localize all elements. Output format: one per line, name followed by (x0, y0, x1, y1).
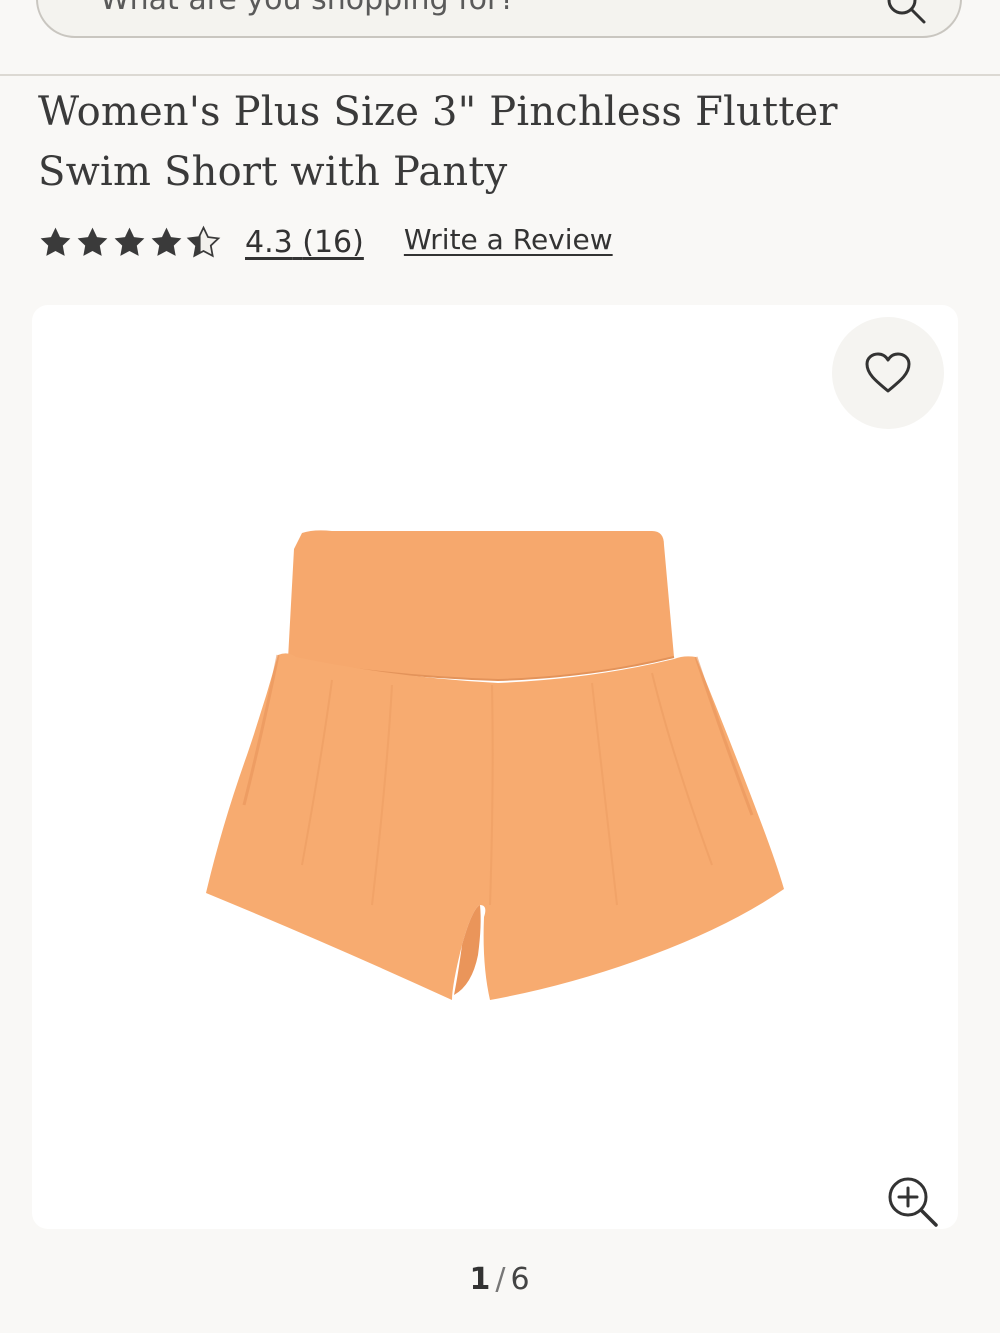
product-page: Women's Plus Size 3" Pinchless Flutter S… (0, 0, 1000, 1333)
zoom-in-icon[interactable] (884, 1173, 940, 1229)
star-rating[interactable] (38, 225, 221, 260)
rating-value: 4.3 (245, 224, 293, 260)
star-icon (77, 227, 108, 256)
rating-summary-link[interactable]: 4.3 (16) (245, 225, 364, 260)
review-count: (16) (302, 224, 364, 260)
search-input[interactable] (100, 0, 860, 36)
current-image-index: 1 (469, 1262, 492, 1297)
favorite-button[interactable] (832, 317, 944, 429)
product-image-carousel[interactable] (32, 305, 958, 1229)
header-divider (0, 74, 1000, 76)
heart-icon (865, 352, 911, 393)
rating-row: 4.3 (16) Write a Review (38, 220, 613, 264)
pagination-separator: / (495, 1262, 507, 1297)
star-icon (40, 227, 71, 256)
product-title: Women's Plus Size 3" Pinchless Flutter S… (38, 89, 838, 195)
star-icon (114, 227, 145, 256)
total-images: 6 (510, 1262, 531, 1297)
write-review-link[interactable]: Write a Review (404, 223, 613, 256)
product-image[interactable] (32, 305, 958, 1229)
image-pagination: 1/6 (0, 1262, 1000, 1297)
search-bar[interactable] (36, 0, 962, 38)
search-icon[interactable] (884, 0, 928, 26)
partial-star-icon (186, 225, 221, 258)
star-icon (151, 227, 182, 256)
